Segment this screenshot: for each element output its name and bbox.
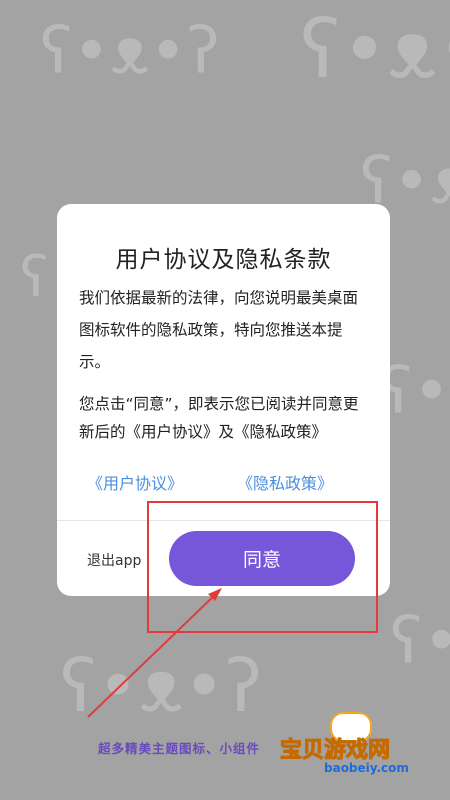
annotation-arrow xyxy=(87,588,222,718)
watermark-url: baobeiy.com xyxy=(324,761,409,775)
site-watermark: 宝贝游戏网 baobeiy.com xyxy=(279,706,440,786)
promo-text: 超多精美主题图标、小组件 xyxy=(98,741,261,756)
watermark-name: 宝贝游戏网 xyxy=(279,738,391,764)
